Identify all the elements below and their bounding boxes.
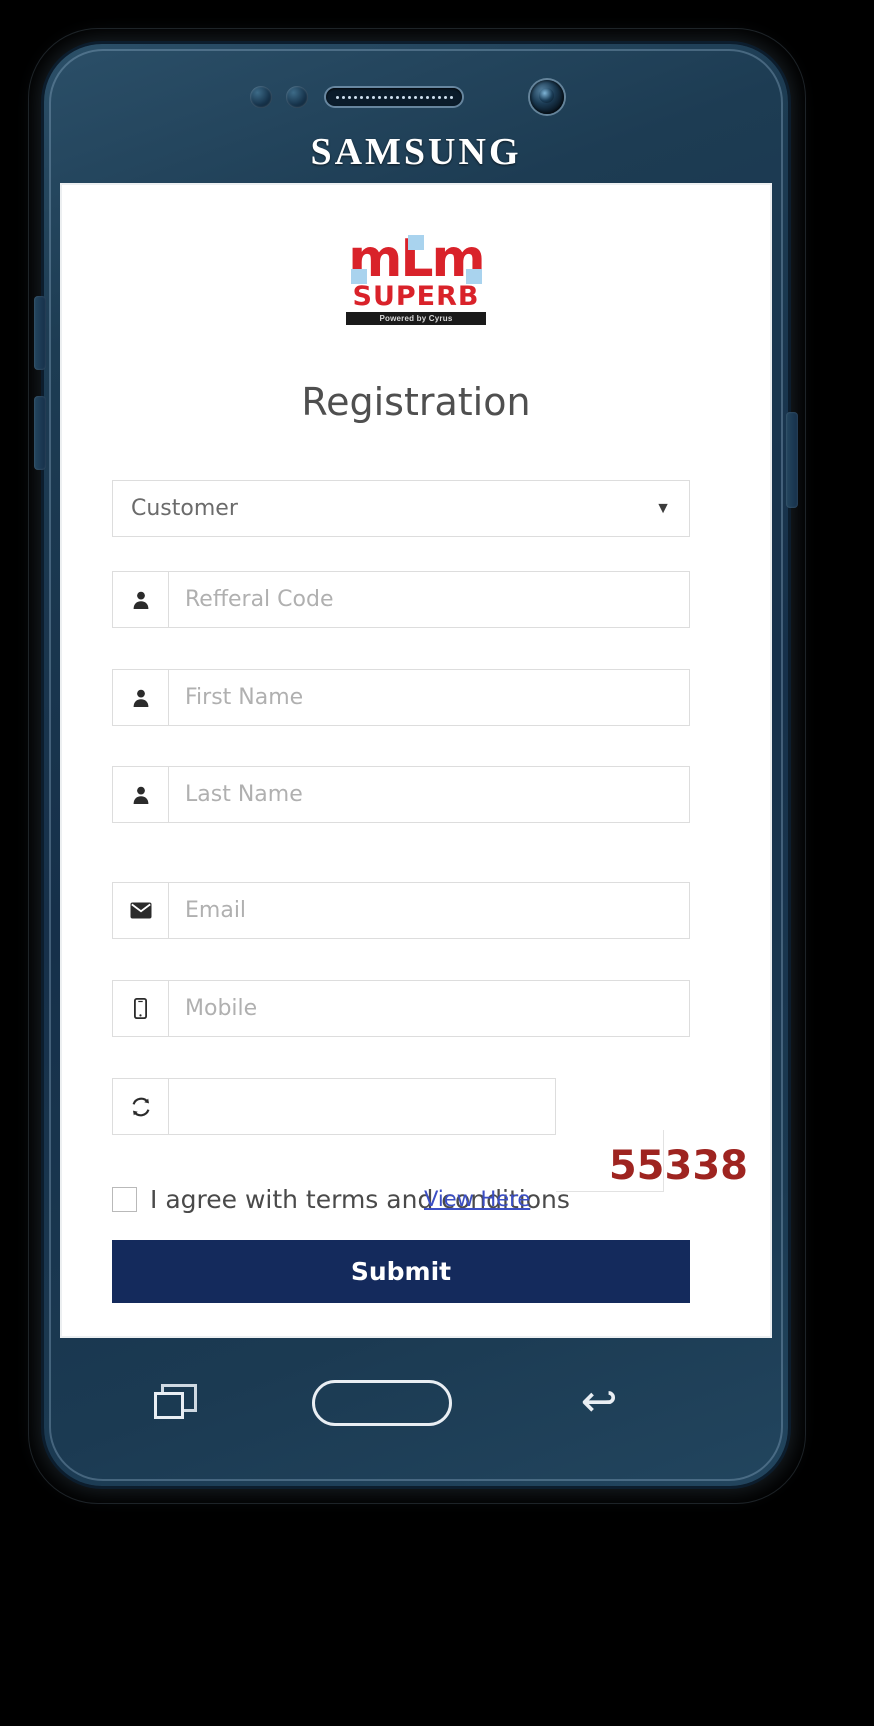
- power-button[interactable]: [786, 412, 798, 508]
- back-button[interactable]: ↩: [574, 1378, 624, 1426]
- email-field[interactable]: Email: [112, 882, 690, 939]
- refresh-icon[interactable]: [113, 1079, 169, 1134]
- referral-code-input[interactable]: Refferal Code: [169, 572, 689, 627]
- terms-row: I agree with terms and conditions View H…: [112, 1180, 690, 1220]
- logo-accent-block-left: [351, 269, 367, 284]
- first-name-field[interactable]: First Name: [112, 669, 690, 726]
- front-camera-icon: [530, 80, 564, 114]
- light-sensor-icon: [286, 86, 308, 108]
- user-icon: [113, 572, 169, 627]
- chevron-down-icon: ▼: [655, 499, 671, 517]
- user-icon: [113, 767, 169, 822]
- logo-accent-block-right: [466, 269, 482, 284]
- user-icon: [113, 670, 169, 725]
- role-select-value: Customer: [131, 496, 238, 521]
- proximity-sensor-icon: [250, 86, 272, 108]
- terms-checkbox[interactable]: [112, 1187, 137, 1212]
- phone-bottom-bezel: ↩: [44, 1338, 788, 1486]
- volume-up-button[interactable]: [34, 296, 46, 370]
- app-logo: mLm SUPERB Powered by Cyrus: [62, 233, 770, 326]
- registration-page: mLm SUPERB Powered by Cyrus Registration…: [62, 185, 770, 1336]
- last-name-input[interactable]: Last Name: [169, 767, 689, 822]
- submit-button[interactable]: Submit: [112, 1240, 690, 1303]
- terms-view-here-link[interactable]: View Here: [424, 1180, 530, 1218]
- phone-frame: SAMSUNG mLm SUPERB Powered by Cyrus Regi…: [34, 44, 798, 1486]
- email-input[interactable]: Email: [169, 883, 689, 938]
- mobile-field[interactable]: Mobile: [112, 980, 690, 1037]
- first-name-input[interactable]: First Name: [169, 670, 689, 725]
- captcha-input[interactable]: [169, 1079, 555, 1134]
- volume-down-button[interactable]: [34, 396, 46, 470]
- role-select[interactable]: Customer ▼: [112, 480, 690, 537]
- referral-code-field[interactable]: Refferal Code: [112, 571, 690, 628]
- mobile-phone-icon: [113, 981, 169, 1036]
- logo-accent-block-center: [408, 235, 424, 250]
- captcha-field[interactable]: [112, 1078, 556, 1135]
- earpiece-speaker-icon: [326, 88, 462, 106]
- envelope-icon: [113, 883, 169, 938]
- phone-top-bezel: SAMSUNG: [44, 44, 788, 184]
- recent-apps-icon-front: [154, 1392, 184, 1419]
- page-title: Registration: [301, 380, 531, 424]
- mobile-input[interactable]: Mobile: [169, 981, 689, 1036]
- logo-powered-by: Powered by Cyrus: [346, 312, 486, 325]
- home-button[interactable]: [312, 1380, 452, 1426]
- recent-apps-button[interactable]: [154, 1384, 198, 1420]
- samsung-brand-label: SAMSUNG: [310, 131, 522, 173]
- phone-screen: mLm SUPERB Powered by Cyrus Registration…: [60, 183, 772, 1338]
- last-name-field[interactable]: Last Name: [112, 766, 690, 823]
